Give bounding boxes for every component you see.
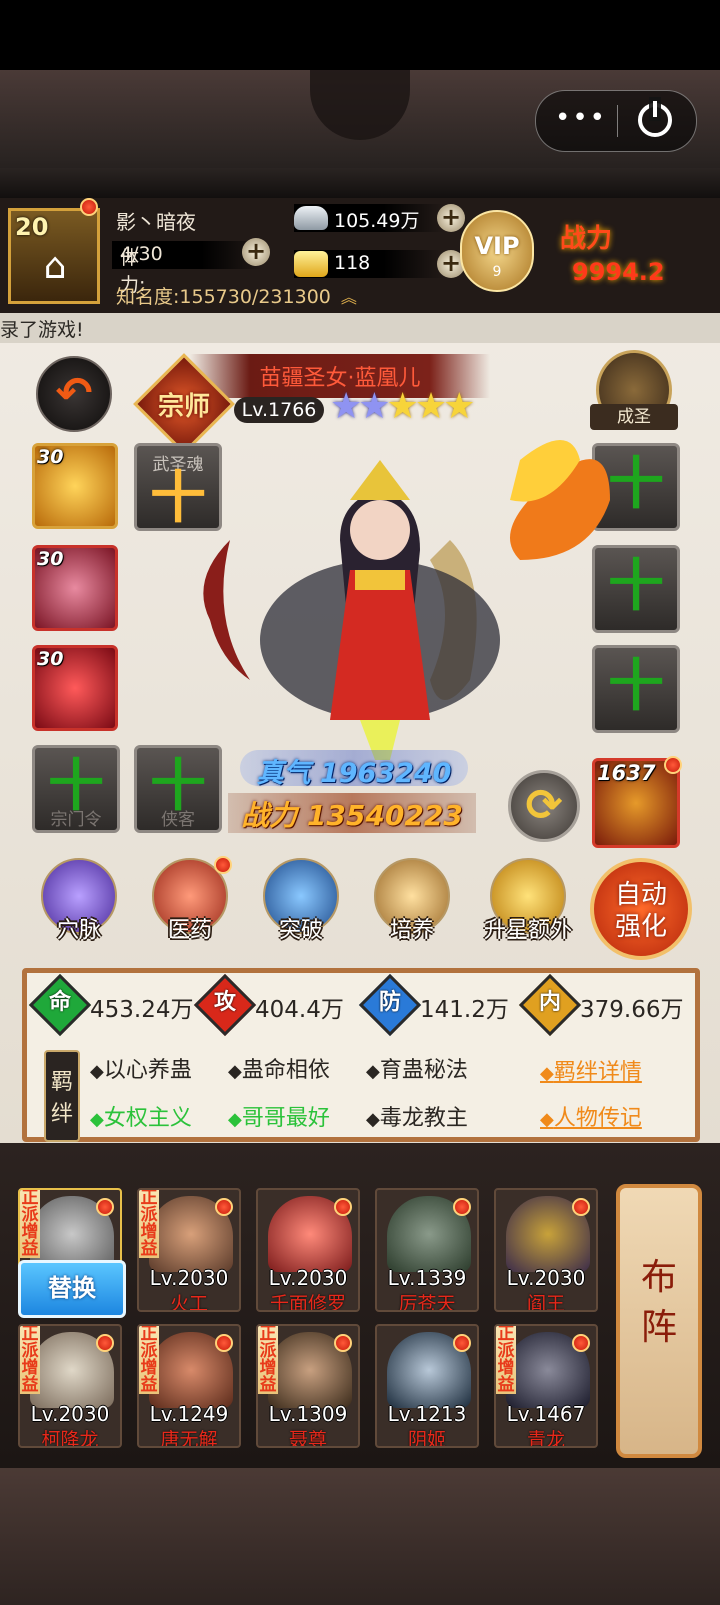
stamina-bar: 体力: 4/30 xyxy=(112,241,262,296)
marquee-bar: 录了游戏! xyxy=(0,313,720,343)
team-card[interactable]: 正派增益 Lv.2030 柯降龙 xyxy=(18,1324,122,1448)
bond-item: ◆以心养蛊 xyxy=(90,1058,192,1083)
swap-button[interactable]: 替换 xyxy=(18,1260,126,1318)
silver-currency: 105.49万 xyxy=(294,204,444,232)
meridian-button[interactable]: 穴脉 xyxy=(36,858,122,944)
vip-badge[interactable]: VIP 9 xyxy=(460,210,534,292)
bond-item-active: ◆女权主义 xyxy=(90,1106,192,1131)
chevron-up-icon: ︽ xyxy=(340,288,357,307)
fame-value: 155730/231300 xyxy=(179,286,331,308)
team-card[interactable]: 正派增益 Lv.1309 聂尊 xyxy=(256,1324,360,1448)
rank-label: 宗师 xyxy=(157,392,210,422)
vip-level: 9 xyxy=(492,264,502,280)
hero-power-value: 战力 13540223 xyxy=(241,799,463,832)
team-card[interactable]: Lv.2030 千面修罗 xyxy=(256,1188,360,1312)
vip-label: VIP xyxy=(474,232,520,260)
team-card[interactable]: Lv.1339 厉苍天 xyxy=(375,1188,479,1312)
notification-dot xyxy=(664,756,682,774)
add-silver-button[interactable]: + xyxy=(437,204,465,232)
knight-slot[interactable]: 十侠客 xyxy=(134,745,222,833)
gold-ingot-icon xyxy=(294,251,328,277)
back-button[interactable]: ↶ xyxy=(36,356,112,432)
bond-detail-link[interactable]: ◆羁绊详情 xyxy=(540,1054,642,1086)
team-card[interactable]: Lv.2030 阎王 xyxy=(494,1188,598,1312)
fame-row: 知名度:155730/231300 ︽ xyxy=(116,286,357,308)
capsule-divider xyxy=(617,105,618,137)
defense-value: 141.2万 xyxy=(420,997,509,1023)
team-card[interactable]: 正派增益 Lv.1467 青龙 xyxy=(494,1324,598,1448)
bond-item: ◆毒龙教主 xyxy=(366,1106,468,1131)
team-card[interactable]: 正派增益 Lv.1249 唐无解 xyxy=(137,1324,241,1448)
power-icon[interactable] xyxy=(638,101,672,137)
marquee-text: 录了游戏! xyxy=(0,319,84,341)
more-menu-icon[interactable]: ••• xyxy=(546,103,616,133)
auto-enhance-button[interactable]: 自动 强化 xyxy=(590,858,692,960)
biography-link[interactable]: ◆人物传记 xyxy=(540,1100,642,1132)
hero-power-bar: 战力 13540223 xyxy=(228,793,476,833)
team-card[interactable]: Lv.1213 阴姬 xyxy=(375,1324,479,1448)
bond-item-active: ◆哥哥最好 xyxy=(228,1106,330,1131)
silver-ingot-icon xyxy=(294,206,328,230)
bond-item: ◆蛊命相依 xyxy=(228,1058,330,1083)
hp-value: 453.24万 xyxy=(90,997,194,1023)
power-value: 9994.2 xyxy=(572,258,665,286)
notification-dot xyxy=(80,198,98,216)
player-name: 影丶暗夜 xyxy=(116,210,196,234)
pavilion-icon: ⌂ xyxy=(43,246,67,287)
team-card[interactable]: 正派增益 Lv.2030 火工 xyxy=(137,1188,241,1312)
stamina-value: 4/30 xyxy=(120,243,163,265)
cultivate-button[interactable]: 培养 xyxy=(369,858,455,944)
hero-portrait xyxy=(203,440,610,760)
refresh-icon[interactable]: ⟳ xyxy=(508,770,580,842)
skill-slot-2[interactable]: 30 xyxy=(32,545,118,631)
inner-power-value: 379.66万 xyxy=(580,997,684,1023)
true-qi-bar: 真气 1963240 xyxy=(240,750,468,789)
bond-badge: 羁绊 xyxy=(44,1050,80,1142)
skill-slot-3[interactable]: 30 xyxy=(32,645,118,731)
breakthrough-button[interactable]: 突破 xyxy=(258,858,344,944)
formation-button[interactable]: 布 阵 xyxy=(616,1184,702,1458)
sect-token-slot[interactable]: 十宗门令 xyxy=(32,745,120,833)
gold-currency: 118 xyxy=(294,250,444,278)
status-area xyxy=(0,0,720,70)
player-level: 20 xyxy=(15,213,49,241)
true-qi-value: 真气 1963240 xyxy=(256,758,452,789)
add-stamina-button[interactable]: + xyxy=(242,238,270,266)
skill-slot-1[interactable]: 30 xyxy=(32,443,118,529)
bond-item: ◆育蛊秘法 xyxy=(366,1058,468,1083)
mini-program-capsule: ••• xyxy=(535,90,697,152)
attack-value: 404.4万 xyxy=(255,997,344,1023)
power-title: 战力 xyxy=(560,224,613,254)
player-avatar[interactable]: 20 ⌂ xyxy=(8,208,100,304)
star-up-button[interactable]: 升星额外 xyxy=(480,858,576,944)
floor-background xyxy=(0,1468,720,1605)
notification-dot xyxy=(214,856,232,874)
